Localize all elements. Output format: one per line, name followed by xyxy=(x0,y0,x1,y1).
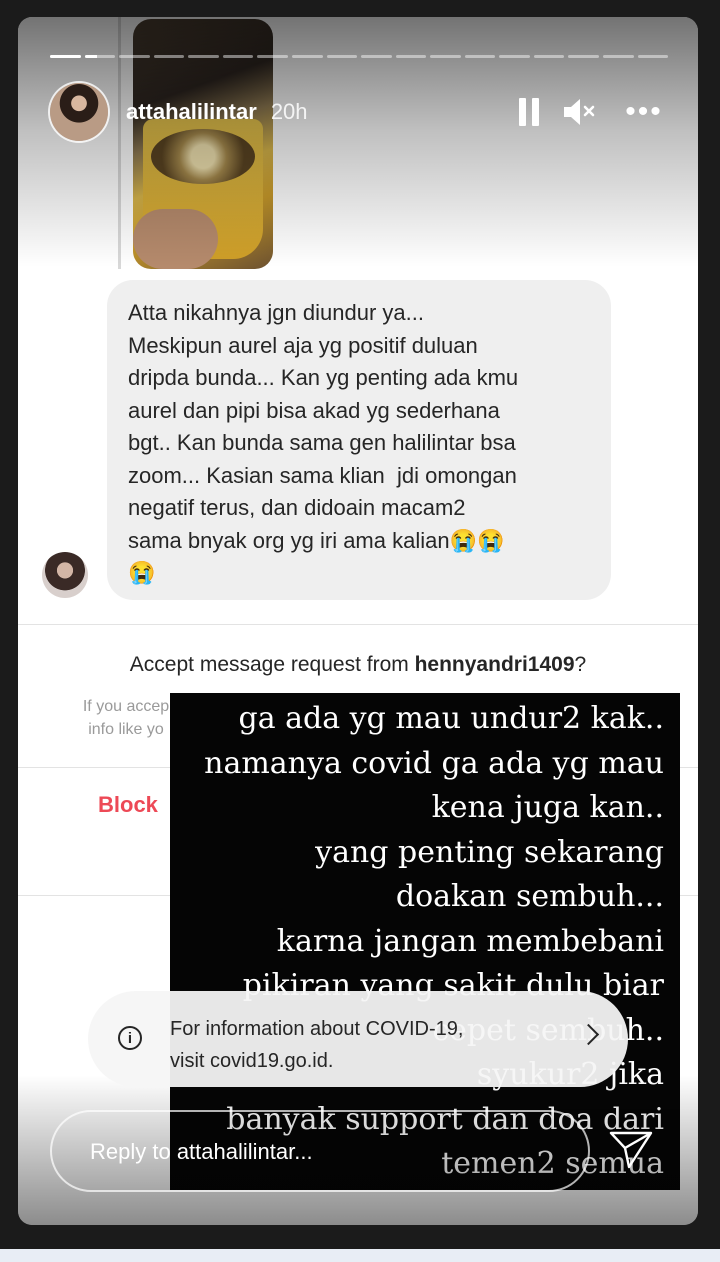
progress-segment xyxy=(84,55,116,58)
covid-info-text: For information about COVID-19, visit co… xyxy=(170,1018,464,1072)
progress-segment xyxy=(291,55,323,58)
progress-segment xyxy=(568,55,599,58)
mute-icon[interactable] xyxy=(560,83,600,141)
story-header: attahalilintar 20h ••• xyxy=(50,83,670,141)
progress-segment xyxy=(222,55,254,58)
progress-segment xyxy=(395,55,427,58)
reply-placeholder: Reply to attahalilintar... xyxy=(90,1139,313,1164)
progress-segment xyxy=(499,55,530,58)
progress-segment xyxy=(119,55,150,58)
message-text: Atta nikahnya jgn diundur ya... Meskipun… xyxy=(128,300,519,585)
chevron-right-icon xyxy=(577,1023,600,1046)
story-viewer: attahalilintar 20h ••• Atta nikahnya jgn… xyxy=(18,17,698,1225)
request-suffix: ? xyxy=(574,653,587,676)
thumbnail-hand xyxy=(133,209,218,269)
covid-info-banner[interactable]: i For information about COVID-19, visit … xyxy=(88,991,628,1087)
story-time: 20h xyxy=(270,99,308,124)
message-bubble: Atta nikahnya jgn diundur ya... Meskipun… xyxy=(107,280,611,600)
info-icon: i xyxy=(118,1026,142,1050)
divider xyxy=(18,624,698,625)
request-username: hennyandri1409 xyxy=(414,653,575,676)
pause-icon[interactable] xyxy=(516,83,542,141)
block-button[interactable]: Block xyxy=(98,792,158,818)
progress-segment xyxy=(326,55,358,58)
story-username[interactable]: attahalilintar xyxy=(126,99,257,125)
message-request-prompt: Accept message request from hennyandri14… xyxy=(18,653,698,677)
send-icon[interactable] xyxy=(608,1130,654,1170)
progress-segment xyxy=(361,55,392,58)
progress-segment xyxy=(153,55,185,58)
progress-segment xyxy=(430,55,461,58)
story-progress-bar xyxy=(50,55,669,58)
progress-segment xyxy=(50,55,81,58)
more-icon[interactable]: ••• xyxy=(618,83,670,141)
sender-avatar[interactable] xyxy=(42,552,88,598)
progress-segment xyxy=(464,55,496,58)
progress-segment xyxy=(257,55,288,58)
request-prefix: Accept message request from xyxy=(129,653,415,676)
taskbar-strip xyxy=(0,1249,720,1262)
reply-input[interactable]: Reply to attahalilintar... xyxy=(50,1110,590,1192)
progress-segment xyxy=(533,55,565,58)
progress-segment xyxy=(603,55,634,58)
avatar[interactable] xyxy=(50,83,108,141)
progress-segment xyxy=(637,55,669,58)
progress-segment xyxy=(188,55,219,58)
